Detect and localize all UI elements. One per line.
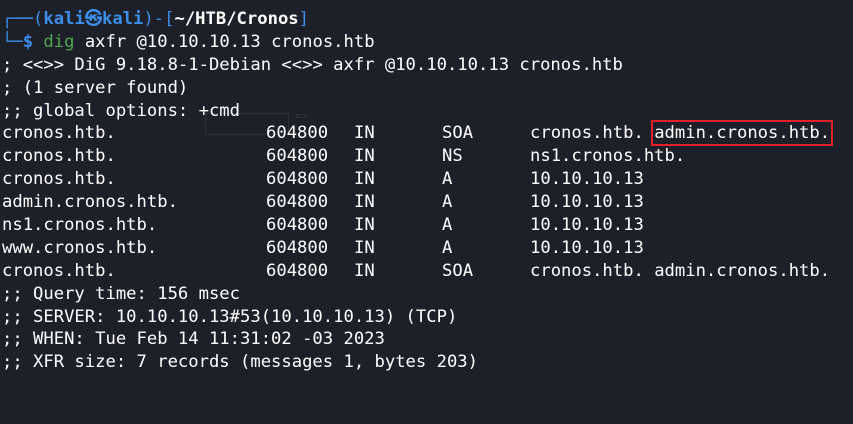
record-class: IN [354,146,375,167]
record-type: A [442,215,453,236]
record-data-extra: admin.cronos.htb. [654,260,831,281]
record-data: cronos.htb. [530,260,655,281]
output-line: ; (1 server found) [2,77,189,98]
dns-record-row: www.cronos.htb. 604800 IN A 10.10.10.13 [2,237,853,260]
command-args: axfr @10.10.10.13 cronos.htb [74,31,375,52]
prompt-bracket-close: ] [298,9,310,29]
record-name: cronos.htb. [2,260,116,281]
record-type: A [442,192,453,213]
record-class: IN [354,237,375,258]
prompt-dollar: $ [22,31,34,52]
output-line: ;; SERVER: 10.10.10.13#53(10.10.10.13) (… [2,306,458,327]
prompt-line: ┌──(kali㉿kali)-[~/HTB/Cronos] [2,8,853,31]
record-ttl: 604800 [266,146,329,167]
record-ttl: 604800 [266,123,329,144]
record-type: A [442,237,453,258]
record-data: 10.10.10.13 [530,237,644,258]
record-type: SOA [442,260,474,281]
record-ttl: 604800 [266,192,329,213]
record-type: A [442,169,453,190]
record-class: IN [354,215,375,236]
skull-icon: ㉿ [84,9,103,29]
prompt-bracket-open: ┌──( [2,9,44,29]
record-data: cronos.htb. [530,123,655,144]
dns-record-row: cronos.htb. 604800 IN NS ns1.cronos.htb. [2,145,853,168]
record-ttl: 604800 [266,215,329,236]
output-line: ; <<>> DiG 9.18.8-1-Debian <<>> axfr @10… [2,54,623,75]
record-type: NS [442,146,463,167]
record-name: ns1.cronos.htb. [2,215,158,236]
record-name: admin.cronos.htb. [2,192,178,213]
record-data: ns1.cronos.htb. [530,146,686,167]
prompt-host: kali [102,9,144,29]
record-data: 10.10.10.13 [530,169,644,190]
record-data: 10.10.10.13 [530,192,644,213]
record-class: IN [354,192,375,213]
highlighted-admin-domain: admin.cronos.htb. [651,120,834,147]
record-ttl: 604800 [266,260,329,281]
prompt-corner: └─ [2,31,23,52]
command-line[interactable]: └─$ dig axfr @10.10.10.13 cronos.htb [2,31,853,54]
record-name: cronos.htb. [2,123,116,144]
dns-record-row: admin.cronos.htb. 604800 IN A 10.10.10.13 [2,191,853,214]
prompt-separator: )-[ [143,9,175,29]
output-line: ;; XFR size: 7 records (messages 1, byte… [2,352,478,373]
dns-record-row: cronos.htb. 604800 IN SOA cronos.htb. admin.… [2,260,853,283]
dns-record-row: cronos.htb. 604800 IN A 10.10.10.13 [2,168,853,191]
command-name: dig [43,31,75,52]
record-name: www.cronos.htb. [2,237,158,258]
terminal-output: ┌──(kali㉿kali)-[~/HTB/Cronos] └─$ dig ax… [2,8,853,374]
record-class: IN [354,169,375,190]
record-class: IN [354,123,375,144]
dns-record-row: cronos.htb. 604800 IN SOA cronos.htb. admin.… [2,120,853,147]
prompt-user: kali [43,9,85,29]
output-line: ;; Query time: 156 msec [2,283,240,304]
terminal-window[interactable]: ┌──(kali㉿kali)-[~/HTB/Cronos] └─$ dig ax… [0,0,853,424]
dns-record-row: ns1.cronos.htb. 604800 IN A 10.10.10.13 [2,214,853,237]
output-line: ;; global options: +cmd [2,100,240,121]
prompt-cwd: ~/HTB/Cronos [174,9,299,29]
record-ttl: 604800 [266,169,329,190]
record-class: IN [354,260,375,281]
record-data: 10.10.10.13 [530,215,644,236]
record-name: cronos.htb. [2,146,116,167]
record-ttl: 604800 [266,237,329,258]
record-name: cronos.htb. [2,169,116,190]
record-type: SOA [442,123,474,144]
output-line: ;; WHEN: Tue Feb 14 11:31:02 -03 2023 [2,329,385,350]
